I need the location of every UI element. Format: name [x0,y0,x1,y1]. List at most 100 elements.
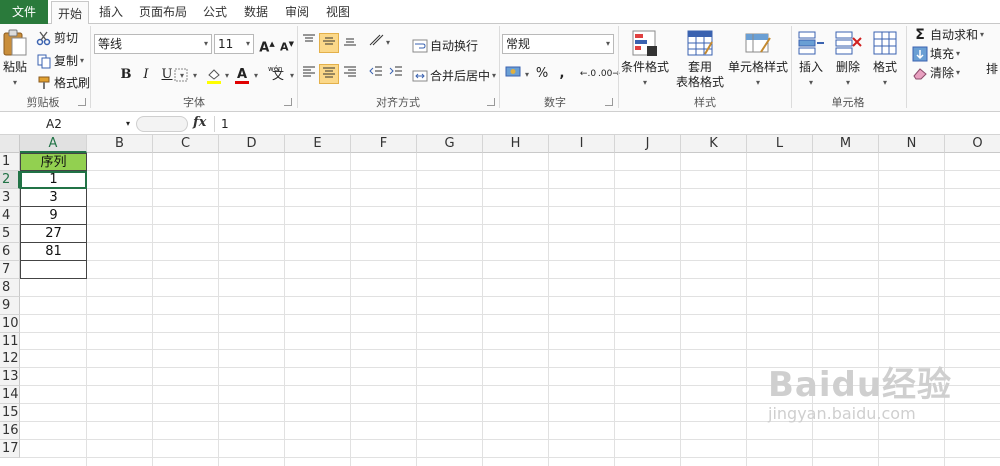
align-bottom-button[interactable] [340,33,360,53]
cell-a4[interactable]: 9 [20,206,87,225]
number-launcher[interactable] [605,98,613,106]
tab-insert[interactable]: 插入 [93,0,129,24]
autosum-dropdown-arrow[interactable]: ▾ [980,30,984,39]
decrease-decimal-button[interactable]: .00→ [598,64,620,84]
name-box[interactable]: A2 ▾ [2,115,132,133]
row-header-9[interactable]: 9 [0,296,20,315]
tab-formulas[interactable]: 公式 [197,0,233,24]
align-left-button[interactable] [299,64,319,84]
accounting-format-button[interactable] [504,64,524,84]
cell-a7[interactable] [20,260,87,279]
fill-color-button[interactable] [204,65,224,85]
fill-color-dropdown-arrow[interactable]: ▾ [225,71,229,80]
increase-decimal-button[interactable]: ←.0 [578,64,598,84]
format-cells-button[interactable]: 格式 ▾ [867,28,903,90]
column-header-m[interactable]: M [813,135,879,153]
row-header-3[interactable]: 3 [0,188,20,207]
cell-styles-button[interactable]: 单元格样式 ▾ [728,28,788,90]
column-header-a[interactable]: A [20,135,87,153]
column-header-k[interactable]: K [681,135,747,153]
column-header-n[interactable]: N [879,135,945,153]
row-header-6[interactable]: 6 [0,242,20,261]
increase-font-size-button[interactable]: A▲ [257,34,277,55]
font-color-button[interactable]: A [232,65,252,85]
row-header-8[interactable]: 8 [0,278,20,297]
format-painter-button[interactable]: 格式刷 [36,74,90,91]
format-as-table-button[interactable]: 套用 表格格式 [672,28,728,90]
row-header-1[interactable]: 1 [0,153,20,171]
italic-button[interactable]: I [136,65,156,85]
formula-input[interactable]: 1 [214,116,994,132]
cut-button[interactable]: 剪切 [36,29,78,46]
copy-dropdown-arrow[interactable]: ▾ [80,56,84,65]
column-header-f[interactable]: F [351,135,417,153]
cell-a2[interactable]: 1 [20,170,87,189]
accounting-dropdown-arrow[interactable]: ▾ [525,70,529,79]
row-header-2[interactable]: 2 [0,170,20,189]
row-header-5[interactable]: 5 [0,224,20,243]
row-header-16[interactable]: 16 [0,422,20,441]
tab-review[interactable]: 审阅 [279,0,315,24]
align-center-button[interactable] [319,64,339,84]
clear-dropdown-arrow[interactable]: ▾ [956,68,960,77]
row-header-12[interactable]: 12 [0,350,20,369]
row-header-7[interactable]: 7 [0,260,20,279]
tab-page-layout[interactable]: 页面布局 [134,0,192,24]
tab-view[interactable]: 视图 [320,0,356,24]
autosum-button[interactable]: Σ 自动求和 ▾ [912,26,984,43]
clipboard-launcher[interactable] [78,98,86,106]
insert-function-icon[interactable]: fx [193,115,206,130]
percent-button[interactable]: % [532,64,552,84]
phonetic-dropdown-arrow[interactable]: ▾ [290,71,294,80]
increase-indent-button[interactable] [386,64,406,84]
fill-dropdown-arrow[interactable]: ▾ [956,49,960,58]
column-header-h[interactable]: H [483,135,549,153]
tab-home[interactable]: 开始 [51,1,89,25]
font-size-select[interactable]: 11 ▾ [214,34,254,54]
formula-bar-splitter[interactable] [136,116,188,132]
column-header-o[interactable]: O [945,135,1000,153]
comma-button[interactable]: , [552,64,572,84]
tab-file[interactable]: 文件 [0,0,48,24]
row-header-17[interactable]: 17 [0,440,20,459]
row-header-10[interactable]: 10 [0,314,20,333]
font-launcher[interactable] [284,98,292,106]
column-header-i[interactable]: I [549,135,615,153]
select-all-corner[interactable] [0,135,20,153]
number-format-select[interactable]: 常规 ▾ [502,34,614,54]
merge-center-button[interactable]: 合并后居中 ▾ [412,67,496,84]
bold-button[interactable]: B [116,65,136,85]
column-header-e[interactable]: E [285,135,351,153]
align-middle-button[interactable] [319,33,339,53]
orientation-button[interactable] [366,33,386,53]
clear-button[interactable]: 清除 ▾ [912,64,960,81]
column-header-l[interactable]: L [747,135,813,153]
header-cell-a1[interactable]: 序列 [20,153,87,171]
wrap-text-button[interactable]: 自动换行 [412,37,478,54]
column-header-c[interactable]: C [153,135,219,153]
decrease-indent-button[interactable] [366,64,386,84]
sort-filter-button[interactable]: 排 [986,60,998,77]
column-header-d[interactable]: D [219,135,285,153]
decrease-font-size-button[interactable]: A▼ [277,34,297,54]
column-header-g[interactable]: G [417,135,483,153]
delete-cells-button[interactable]: 删除 ▾ [830,28,866,90]
font-name-select[interactable]: 等线 ▾ [94,34,212,54]
borders-dropdown-arrow[interactable]: ▾ [193,71,197,80]
align-right-button[interactable] [340,64,360,84]
orientation-dropdown-arrow[interactable]: ▾ [386,38,390,47]
cell-a3[interactable]: 3 [20,188,87,207]
merge-dropdown-arrow[interactable]: ▾ [492,71,496,80]
alignment-launcher[interactable] [487,98,495,106]
column-header-j[interactable]: J [615,135,681,153]
paste-button[interactable]: 粘贴 ▾ [0,28,30,90]
cell-a6[interactable]: 81 [20,242,87,261]
font-color-dropdown-arrow[interactable]: ▾ [254,71,258,80]
insert-cells-button[interactable]: 插入 ▾ [793,28,829,90]
cell-a5[interactable]: 27 [20,224,87,243]
tab-data[interactable]: 数据 [238,0,274,24]
row-header-15[interactable]: 15 [0,404,20,423]
phonetic-button[interactable]: wén 文 [266,65,290,85]
copy-button[interactable]: 复制 ▾ [36,52,84,69]
row-header-14[interactable]: 14 [0,386,20,405]
